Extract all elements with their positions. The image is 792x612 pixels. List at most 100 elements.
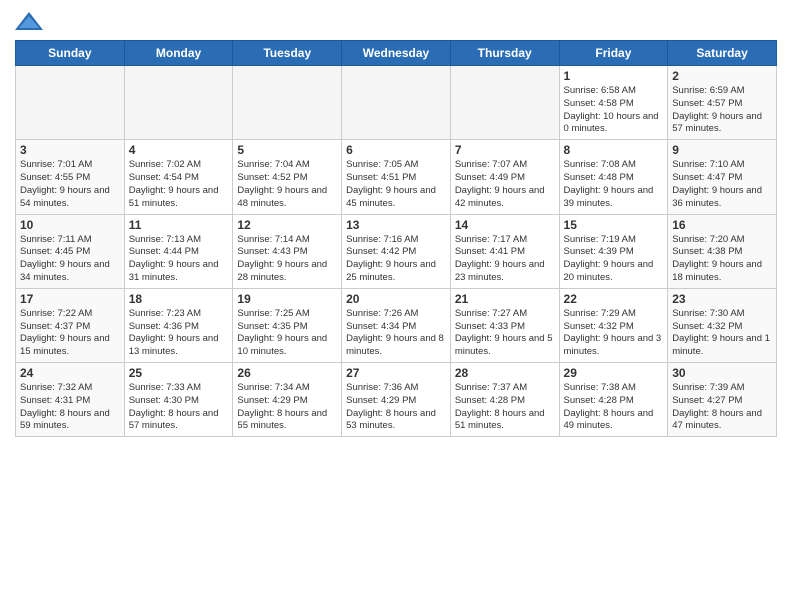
page: SundayMondayTuesdayWednesdayThursdayFrid… xyxy=(0,0,792,612)
calendar-week-0: 1 Sunrise: 6:58 AM Sunset: 4:58 PM Daylig… xyxy=(16,66,777,140)
logo xyxy=(15,10,43,32)
day-info: Sunrise: 7:22 AM Sunset: 4:37 PM Dayligh… xyxy=(20,308,120,359)
calendar-cell: 6 Sunrise: 7:05 AM Sunset: 4:51 PM Daylig… xyxy=(342,140,451,214)
day-number: 10 xyxy=(20,218,120,232)
day-info: Sunrise: 7:39 AM Sunset: 4:27 PM Dayligh… xyxy=(672,382,772,433)
day-info: Sunrise: 7:29 AM Sunset: 4:32 PM Dayligh… xyxy=(564,308,664,359)
day-number: 11 xyxy=(129,218,229,232)
calendar-cell: 12 Sunrise: 7:14 AM Sunset: 4:43 PM Dayli… xyxy=(233,214,342,288)
col-header-saturday: Saturday xyxy=(668,41,777,66)
calendar-week-4: 24 Sunrise: 7:32 AM Sunset: 4:31 PM Dayli… xyxy=(16,363,777,437)
calendar-cell: 29 Sunrise: 7:38 AM Sunset: 4:28 PM Dayli… xyxy=(559,363,668,437)
day-info: Sunrise: 7:17 AM Sunset: 4:41 PM Dayligh… xyxy=(455,234,555,285)
day-info: Sunrise: 7:04 AM Sunset: 4:52 PM Dayligh… xyxy=(237,159,337,210)
logo-icon xyxy=(15,10,43,32)
day-info: Sunrise: 7:08 AM Sunset: 4:48 PM Dayligh… xyxy=(564,159,664,210)
calendar-week-1: 3 Sunrise: 7:01 AM Sunset: 4:55 PM Daylig… xyxy=(16,140,777,214)
day-number: 6 xyxy=(346,143,446,157)
day-info: Sunrise: 7:11 AM Sunset: 4:45 PM Dayligh… xyxy=(20,234,120,285)
col-header-sunday: Sunday xyxy=(16,41,125,66)
day-info: Sunrise: 7:16 AM Sunset: 4:42 PM Dayligh… xyxy=(346,234,446,285)
day-number: 18 xyxy=(129,292,229,306)
calendar-cell: 11 Sunrise: 7:13 AM Sunset: 4:44 PM Dayli… xyxy=(124,214,233,288)
day-info: Sunrise: 7:05 AM Sunset: 4:51 PM Dayligh… xyxy=(346,159,446,210)
day-number: 23 xyxy=(672,292,772,306)
calendar-cell: 23 Sunrise: 7:30 AM Sunset: 4:32 PM Dayli… xyxy=(668,288,777,362)
day-info: Sunrise: 7:32 AM Sunset: 4:31 PM Dayligh… xyxy=(20,382,120,433)
calendar-cell: 15 Sunrise: 7:19 AM Sunset: 4:39 PM Dayli… xyxy=(559,214,668,288)
day-number: 27 xyxy=(346,366,446,380)
calendar-cell: 2 Sunrise: 6:59 AM Sunset: 4:57 PM Daylig… xyxy=(668,66,777,140)
day-number: 13 xyxy=(346,218,446,232)
calendar-cell: 10 Sunrise: 7:11 AM Sunset: 4:45 PM Dayli… xyxy=(16,214,125,288)
day-number: 2 xyxy=(672,69,772,83)
col-header-tuesday: Tuesday xyxy=(233,41,342,66)
calendar-cell: 22 Sunrise: 7:29 AM Sunset: 4:32 PM Dayli… xyxy=(559,288,668,362)
calendar-cell: 17 Sunrise: 7:22 AM Sunset: 4:37 PM Dayli… xyxy=(16,288,125,362)
calendar-cell: 26Sunrise: 7:34 AM Sunset: 4:29 PM Dayli… xyxy=(233,363,342,437)
calendar-cell: 30 Sunrise: 7:39 AM Sunset: 4:27 PM Dayli… xyxy=(668,363,777,437)
day-number: 17 xyxy=(20,292,120,306)
day-number: 29 xyxy=(564,366,664,380)
calendar-cell: 16 Sunrise: 7:20 AM Sunset: 4:38 PM Dayli… xyxy=(668,214,777,288)
day-info: Sunrise: 7:33 AM Sunset: 4:30 PM Dayligh… xyxy=(129,382,229,433)
day-info: Sunrise: 7:14 AM Sunset: 4:43 PM Dayligh… xyxy=(237,234,337,285)
day-number: 30 xyxy=(672,366,772,380)
day-info: Sunrise: 7:20 AM Sunset: 4:38 PM Dayligh… xyxy=(672,234,772,285)
day-number: 19 xyxy=(237,292,337,306)
calendar-week-2: 10 Sunrise: 7:11 AM Sunset: 4:45 PM Dayli… xyxy=(16,214,777,288)
calendar-cell xyxy=(16,66,125,140)
day-number: 8 xyxy=(564,143,664,157)
calendar-cell: 21 Sunrise: 7:27 AM Sunset: 4:33 PM Dayli… xyxy=(450,288,559,362)
day-info: Sunrise: 7:27 AM Sunset: 4:33 PM Dayligh… xyxy=(455,308,555,359)
calendar-cell: 13 Sunrise: 7:16 AM Sunset: 4:42 PM Dayli… xyxy=(342,214,451,288)
calendar-cell: 24 Sunrise: 7:32 AM Sunset: 4:31 PM Dayli… xyxy=(16,363,125,437)
calendar-cell: 5Sunrise: 7:04 AM Sunset: 4:52 PM Daylig… xyxy=(233,140,342,214)
calendar-cell: 4Sunrise: 7:02 AM Sunset: 4:54 PM Daylig… xyxy=(124,140,233,214)
col-header-wednesday: Wednesday xyxy=(342,41,451,66)
day-info: Sunrise: 7:34 AM Sunset: 4:29 PM Dayligh… xyxy=(237,382,337,433)
calendar-cell: 18 Sunrise: 7:23 AM Sunset: 4:36 PM Dayli… xyxy=(124,288,233,362)
calendar-cell: 28Sunrise: 7:37 AM Sunset: 4:28 PM Dayli… xyxy=(450,363,559,437)
day-number: 16 xyxy=(672,218,772,232)
day-number: 12 xyxy=(237,218,337,232)
day-info: Sunrise: 7:30 AM Sunset: 4:32 PM Dayligh… xyxy=(672,308,772,359)
calendar-cell: 1 Sunrise: 6:58 AM Sunset: 4:58 PM Daylig… xyxy=(559,66,668,140)
day-number: 7 xyxy=(455,143,555,157)
calendar-cell xyxy=(342,66,451,140)
day-number: 22 xyxy=(564,292,664,306)
day-info: Sunrise: 7:07 AM Sunset: 4:49 PM Dayligh… xyxy=(455,159,555,210)
day-info: Sunrise: 7:37 AM Sunset: 4:28 PM Dayligh… xyxy=(455,382,555,433)
day-info: Sunrise: 7:36 AM Sunset: 4:29 PM Dayligh… xyxy=(346,382,446,433)
day-info: Sunrise: 7:10 AM Sunset: 4:47 PM Dayligh… xyxy=(672,159,772,210)
calendar-header-row: SundayMondayTuesdayWednesdayThursdayFrid… xyxy=(16,41,777,66)
calendar-cell xyxy=(450,66,559,140)
day-number: 3 xyxy=(20,143,120,157)
day-info: Sunrise: 6:59 AM Sunset: 4:57 PM Dayligh… xyxy=(672,85,772,136)
calendar-cell: 20Sunrise: 7:26 AM Sunset: 4:34 PM Dayli… xyxy=(342,288,451,362)
day-info: Sunrise: 6:58 AM Sunset: 4:58 PM Dayligh… xyxy=(564,85,664,136)
day-number: 25 xyxy=(129,366,229,380)
day-info: Sunrise: 7:38 AM Sunset: 4:28 PM Dayligh… xyxy=(564,382,664,433)
day-info: Sunrise: 7:01 AM Sunset: 4:55 PM Dayligh… xyxy=(20,159,120,210)
calendar-cell: 8 Sunrise: 7:08 AM Sunset: 4:48 PM Daylig… xyxy=(559,140,668,214)
day-info: Sunrise: 7:02 AM Sunset: 4:54 PM Dayligh… xyxy=(129,159,229,210)
day-number: 15 xyxy=(564,218,664,232)
col-header-monday: Monday xyxy=(124,41,233,66)
col-header-friday: Friday xyxy=(559,41,668,66)
day-info: Sunrise: 7:19 AM Sunset: 4:39 PM Dayligh… xyxy=(564,234,664,285)
calendar-table: SundayMondayTuesdayWednesdayThursdayFrid… xyxy=(15,40,777,437)
day-number: 1 xyxy=(564,69,664,83)
calendar-cell xyxy=(124,66,233,140)
day-number: 14 xyxy=(455,218,555,232)
day-info: Sunrise: 7:26 AM Sunset: 4:34 PM Dayligh… xyxy=(346,308,446,359)
day-info: Sunrise: 7:13 AM Sunset: 4:44 PM Dayligh… xyxy=(129,234,229,285)
day-info: Sunrise: 7:23 AM Sunset: 4:36 PM Dayligh… xyxy=(129,308,229,359)
day-info: Sunrise: 7:25 AM Sunset: 4:35 PM Dayligh… xyxy=(237,308,337,359)
day-number: 21 xyxy=(455,292,555,306)
calendar-week-3: 17 Sunrise: 7:22 AM Sunset: 4:37 PM Dayli… xyxy=(16,288,777,362)
day-number: 24 xyxy=(20,366,120,380)
calendar-cell: 7 Sunrise: 7:07 AM Sunset: 4:49 PM Daylig… xyxy=(450,140,559,214)
calendar-cell: 3 Sunrise: 7:01 AM Sunset: 4:55 PM Daylig… xyxy=(16,140,125,214)
calendar-cell: 19 Sunrise: 7:25 AM Sunset: 4:35 PM Dayli… xyxy=(233,288,342,362)
